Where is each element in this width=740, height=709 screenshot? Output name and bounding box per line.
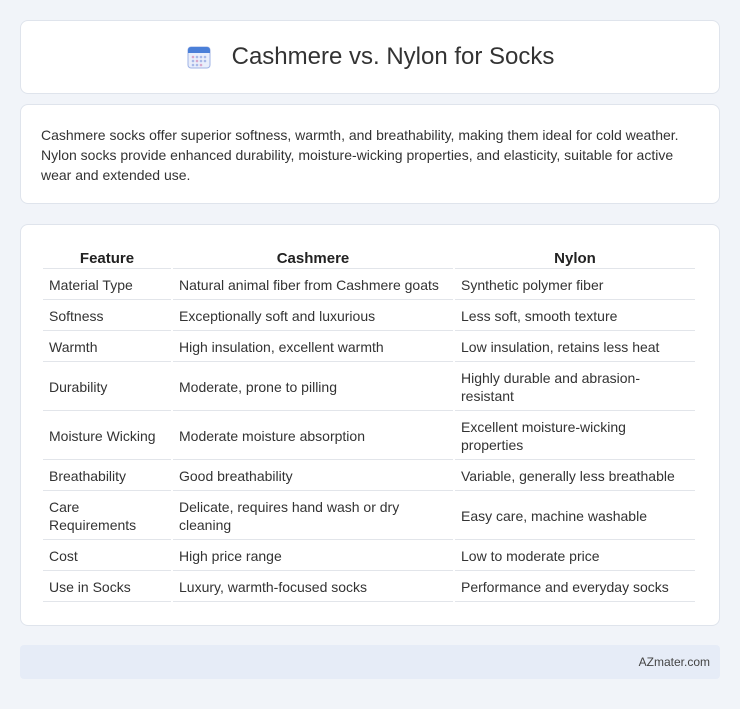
table-cell-feature: Warmth: [43, 333, 171, 362]
page-title: Cashmere vs. Nylon for Socks: [231, 43, 555, 70]
summary-card: Cashmere socks offer superior softness, …: [20, 104, 720, 204]
table-cell-nylon: Performance and everyday socks: [455, 573, 695, 602]
table-cell-feature: Care Requirements: [43, 493, 171, 540]
table-row: Moisture Wicking Moderate moisture absor…: [43, 413, 695, 460]
table-cell-cashmere: Moderate, prone to pilling: [173, 364, 453, 411]
calendar-icon: [187, 46, 211, 69]
table-row: Breathability Good breathability Variabl…: [43, 462, 695, 491]
table-cell-cashmere: Good breathability: [173, 462, 453, 491]
summary-text: Cashmere socks offer superior softness, …: [41, 127, 679, 183]
table-cell-feature: Use in Socks: [43, 573, 171, 602]
table-cell-cashmere: High insulation, excellent warmth: [173, 333, 453, 362]
table-cell-nylon: Highly durable and abrasion-resistant: [455, 364, 695, 411]
table-cell-feature: Breathability: [43, 462, 171, 491]
table-cell-nylon: Low to moderate price: [455, 542, 695, 571]
comparison-table: Feature Cashmere Nylon Material Type Nat…: [41, 245, 697, 604]
table-cell-cashmere: Exceptionally soft and luxurious: [173, 302, 453, 331]
table-row: Cost High price range Low to moderate pr…: [43, 542, 695, 571]
footer-site-link[interactable]: AZmater.com: [639, 655, 710, 669]
table-cell-nylon: Variable, generally less breathable: [455, 462, 695, 491]
table-cell-cashmere: Delicate, requires hand wash or dry clea…: [173, 493, 453, 540]
table-cell-nylon: Excellent moisture-wicking properties: [455, 413, 695, 460]
table-cell-feature: Moisture Wicking: [43, 413, 171, 460]
table-cell-feature: Softness: [43, 302, 171, 331]
table-row: Care Requirements Delicate, requires han…: [43, 493, 695, 540]
table-cell-cashmere: Luxury, warmth-focused socks: [173, 573, 453, 602]
table-cell-feature: Cost: [43, 542, 171, 571]
header-cashmere: Cashmere: [173, 247, 453, 269]
table-cell-nylon: Synthetic polymer fiber: [455, 271, 695, 300]
table-header-row: Feature Cashmere Nylon: [43, 247, 695, 269]
table-cell-nylon: Less soft, smooth texture: [455, 302, 695, 331]
table-card: Feature Cashmere Nylon Material Type Nat…: [20, 224, 720, 626]
table-row: Softness Exceptionally soft and luxuriou…: [43, 302, 695, 331]
header-feature: Feature: [43, 247, 171, 269]
table-row: Use in Socks Luxury, warmth-focused sock…: [43, 573, 695, 602]
table-cell-cashmere: High price range: [173, 542, 453, 571]
table-cell-cashmere: Moderate moisture absorption: [173, 413, 453, 460]
table-cell-nylon: Easy care, machine washable: [455, 493, 695, 540]
footer: AZmater.com: [20, 645, 720, 679]
table-cell-feature: Material Type: [43, 271, 171, 300]
title-card: Cashmere vs. Nylon for Socks: [20, 20, 720, 94]
table-row: Warmth High insulation, excellent warmth…: [43, 333, 695, 362]
table-cell-feature: Durability: [43, 364, 171, 411]
table-cell-cashmere: Natural animal fiber from Cashmere goats: [173, 271, 453, 300]
header-nylon: Nylon: [455, 247, 695, 269]
table-cell-nylon: Low insulation, retains less heat: [455, 333, 695, 362]
table-row: Durability Moderate, prone to pilling Hi…: [43, 364, 695, 411]
table-row: Material Type Natural animal fiber from …: [43, 271, 695, 300]
